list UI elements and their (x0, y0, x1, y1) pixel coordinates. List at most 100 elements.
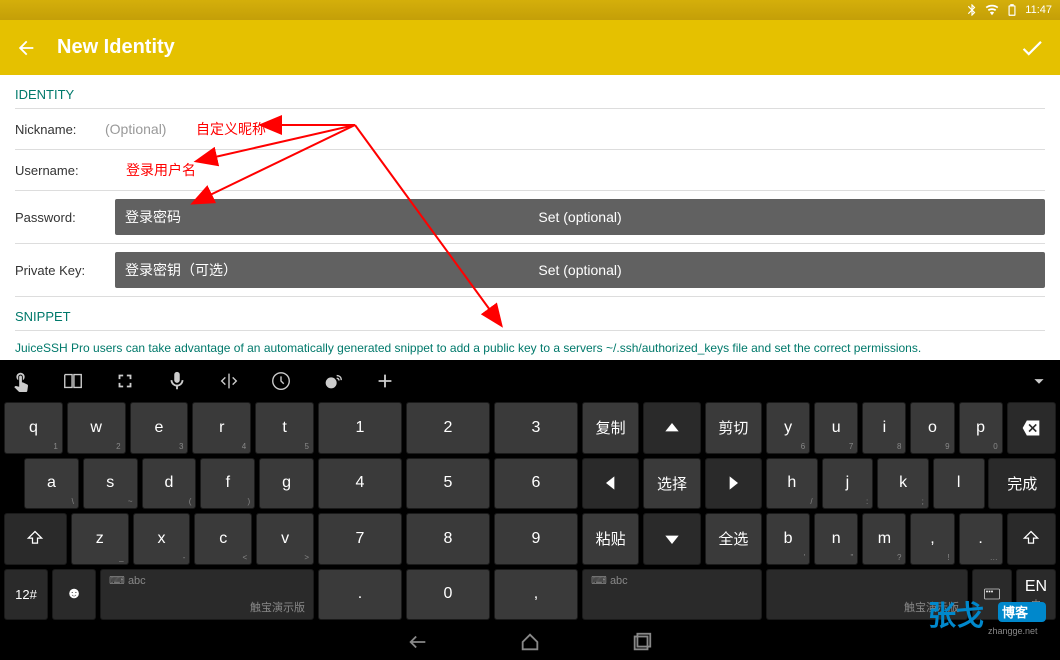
username-row: Username: 登录用户名 (15, 150, 1045, 191)
key-y[interactable]: y6 (766, 402, 810, 454)
key-1[interactable]: 1 (318, 402, 402, 454)
kb-left-row2: a\s~d(f)g (4, 458, 314, 510)
key-t[interactable]: t5 (255, 402, 314, 454)
kb-np-row4: .0, (318, 569, 578, 621)
key-n[interactable]: n" (814, 513, 858, 565)
keyboard-numpad: 123 456 789 .0, (318, 402, 578, 620)
key-m[interactable]: m? (862, 513, 906, 565)
key-r[interactable]: r4 (192, 402, 251, 454)
key-q[interactable]: q1 (4, 402, 63, 454)
key-o[interactable]: o9 (910, 402, 954, 454)
identity-section-header: IDENTITY (15, 75, 1045, 109)
key-g[interactable]: g (259, 458, 314, 510)
mic-icon[interactable] (166, 370, 188, 392)
chevron-down-icon[interactable] (1028, 370, 1050, 392)
nickname-annotation: 自定义昵称 (196, 119, 266, 139)
right-key[interactable] (705, 458, 762, 510)
key-9[interactable]: 9 (494, 513, 578, 565)
key-.[interactable]: .… (959, 513, 1003, 565)
nav-recent-icon[interactable] (631, 631, 653, 653)
private-key-annotation: 登录密钥（可选） (125, 260, 237, 280)
key-s[interactable]: s~ (83, 458, 138, 510)
key-w[interactable]: w2 (67, 402, 126, 454)
private-key-row: Private Key: 登录密钥（可选） Set (optional) (15, 244, 1045, 297)
key-5[interactable]: 5 (406, 458, 490, 510)
key-6[interactable]: 6 (494, 458, 578, 510)
nickname-row: Nickname: 自定义昵称 (15, 109, 1045, 150)
up-key[interactable] (643, 402, 700, 454)
confirm-icon[interactable] (1019, 35, 1045, 61)
key-l[interactable]: l (933, 458, 985, 510)
clock-icon[interactable] (270, 370, 292, 392)
left-key[interactable] (582, 458, 639, 510)
key-a[interactable]: a\ (24, 458, 79, 510)
back-icon[interactable] (15, 37, 37, 59)
bluetooth-icon (965, 3, 979, 17)
fullscreen-icon[interactable] (114, 370, 136, 392)
key-2[interactable]: 2 (406, 402, 490, 454)
key-b[interactable]: b' (766, 513, 810, 565)
key-z[interactable]: z_ (71, 513, 129, 565)
done-key[interactable]: 完成 (988, 458, 1056, 510)
nav-home-icon[interactable] (519, 631, 541, 653)
shift-key-right[interactable] (1007, 513, 1056, 565)
key-k[interactable]: k; (877, 458, 929, 510)
key-f[interactable]: f) (200, 458, 255, 510)
key-p[interactable]: p0 (959, 402, 1003, 454)
password-row: Password: 登录密码 Set (optional) (15, 191, 1045, 244)
key-3[interactable]: 3 (494, 402, 578, 454)
password-button[interactable]: 登录密码 Set (optional) (115, 199, 1045, 235)
keyboard-edit-section: 复制 剪切 选择 粘贴 全选 ⌨ abc (582, 402, 762, 620)
nav-back-icon[interactable] (407, 631, 429, 653)
touch-icon[interactable] (10, 370, 32, 392)
shift-key[interactable] (4, 513, 67, 565)
kb-right-row2-c: h/j:k;l 完成 (766, 458, 1056, 510)
key-,[interactable]: ,! (910, 513, 954, 565)
paste-key[interactable]: 粘贴 (582, 513, 639, 565)
key-u[interactable]: u7 (814, 402, 858, 454)
watermark-logo: 张戈 博客 zhangge.net (918, 590, 1058, 640)
key-c[interactable]: c< (194, 513, 252, 565)
key-4[interactable]: 4 (318, 458, 402, 510)
username-annotation: 登录用户名 (126, 160, 196, 180)
keyboard-left-section: q1w2e3r4t5 a\s~d(f)g z_x-c<v> 12# ☻ ⌨ ab… (4, 402, 314, 620)
cut-key[interactable]: 剪切 (705, 402, 762, 454)
select-key[interactable]: 选择 (643, 458, 700, 510)
plus-icon[interactable] (374, 370, 396, 392)
key-8[interactable]: 8 (406, 513, 490, 565)
key-.[interactable]: . (318, 569, 402, 621)
private-key-button[interactable]: 登录密钥（可选） Set (optional) (115, 252, 1045, 288)
password-annotation: 登录密码 (125, 207, 181, 227)
selectall-key[interactable]: 全选 (705, 513, 762, 565)
key-0[interactable]: 0 (406, 569, 490, 621)
mode-key[interactable]: 12# (4, 569, 48, 621)
down-key[interactable] (643, 513, 700, 565)
space-key-mid[interactable]: ⌨ abc (582, 569, 762, 621)
kb-left-row3-c: z_x-c<v> (4, 513, 314, 565)
key-x[interactable]: x- (133, 513, 191, 565)
cursor-icon[interactable] (218, 370, 240, 392)
key-h[interactable]: h/ (766, 458, 818, 510)
status-bar: 11:47 (0, 0, 1060, 20)
key-j[interactable]: j: (822, 458, 874, 510)
key-i[interactable]: i8 (862, 402, 906, 454)
backspace-key[interactable] (1007, 402, 1056, 454)
kb-right-row3-c: b'n"m?,!.… (766, 513, 1056, 565)
svg-text:zhangge.net: zhangge.net (988, 626, 1038, 636)
space-key-left[interactable]: ⌨ abc 触宝演示版 (100, 569, 314, 621)
battery-icon (1005, 3, 1019, 17)
kb-left-row1: q1w2e3r4t5 (4, 402, 314, 454)
key-v[interactable]: v> (256, 513, 314, 565)
key-,[interactable]: , (494, 569, 578, 621)
kb-right-row1: y6u7i8o9p0 (766, 402, 1003, 454)
snippet-section-header: SNIPPET (15, 297, 1045, 331)
username-input[interactable] (105, 158, 1045, 182)
weibo-icon[interactable] (322, 370, 344, 392)
split-icon[interactable] (62, 370, 84, 392)
copy-key[interactable]: 复制 (582, 402, 639, 454)
kb-right-row3: b'n"m?,!.… (766, 513, 1003, 565)
key-7[interactable]: 7 (318, 513, 402, 565)
emoji-key[interactable]: ☻ (52, 569, 96, 621)
key-d[interactable]: d( (142, 458, 197, 510)
key-e[interactable]: e3 (130, 402, 189, 454)
